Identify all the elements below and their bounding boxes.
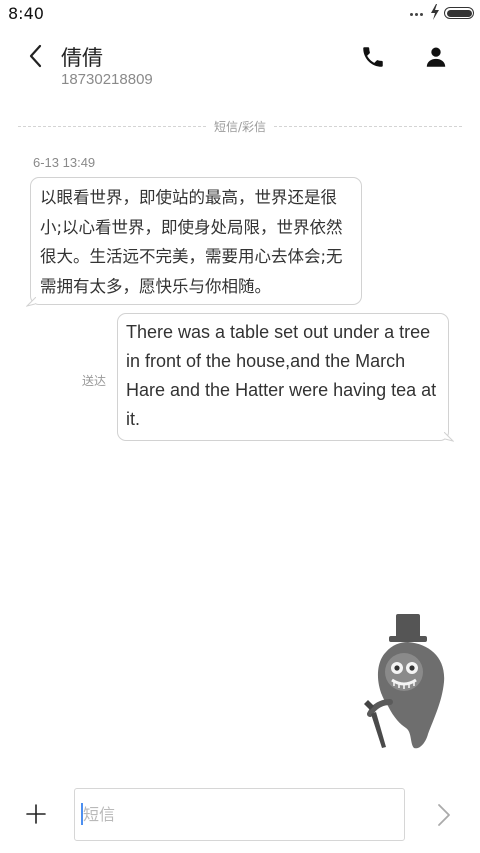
message-line: 很大。生活远不完美，需要用心去体会;无	[40, 247, 343, 266]
plus-icon[interactable]	[24, 802, 48, 826]
divider-line-left	[18, 126, 206, 127]
message-line: 需拥有太多，愿快乐与你相随。	[40, 276, 271, 296]
message-line: 以眼看世界，即使站的最高，世界还是很	[40, 188, 337, 207]
status-time: 8:40	[8, 4, 44, 23]
person-icon[interactable]	[423, 44, 449, 70]
contact-phone-number: 18730218809	[61, 71, 153, 88]
contact-name: 倩倩	[61, 46, 103, 70]
mascot-illustration	[364, 614, 445, 749]
channel-label: 短信/彩信	[213, 120, 267, 134]
phone-icon[interactable]	[360, 44, 386, 70]
status-bar: 8:40	[0, 0, 480, 28]
divider-line-right	[274, 126, 462, 127]
outgoing-message-bubble[interactable]: There was a table set out under a tree i…	[117, 313, 449, 441]
bubble-tail	[444, 432, 454, 442]
message-line: it.	[126, 409, 141, 429]
message-timestamp: 6-13 13:49	[33, 155, 96, 170]
message-line: 小;以心看世界，即使身处局限，世界依然	[40, 217, 343, 237]
message-line: Hare and the Hatter were having tea at	[126, 380, 437, 400]
outgoing-message-text: There was a table set out under a tree i…	[126, 318, 438, 434]
back-button[interactable]	[24, 42, 50, 70]
more-dots-icon	[410, 13, 426, 17]
incoming-message-text: 以眼看世界，即使站的最高，世界还是很 小;以心看世界，即使身处局限，世界依然 很…	[40, 183, 353, 301]
bubble-tail	[26, 297, 36, 307]
message-input[interactable]	[74, 788, 405, 841]
message-line: in front of the house,and the March	[126, 351, 406, 371]
message-line: There was a table set out under a tree	[126, 322, 431, 342]
text-caret	[81, 803, 83, 825]
charging-icon	[431, 4, 439, 20]
chevron-right-icon[interactable]	[433, 802, 455, 828]
incoming-message-bubble[interactable]: 以眼看世界，即使站的最高，世界还是很 小;以心看世界，即使身处局限，世界依然 很…	[30, 177, 362, 305]
delivery-status: 送达	[82, 374, 107, 388]
battery-icon	[444, 7, 474, 19]
